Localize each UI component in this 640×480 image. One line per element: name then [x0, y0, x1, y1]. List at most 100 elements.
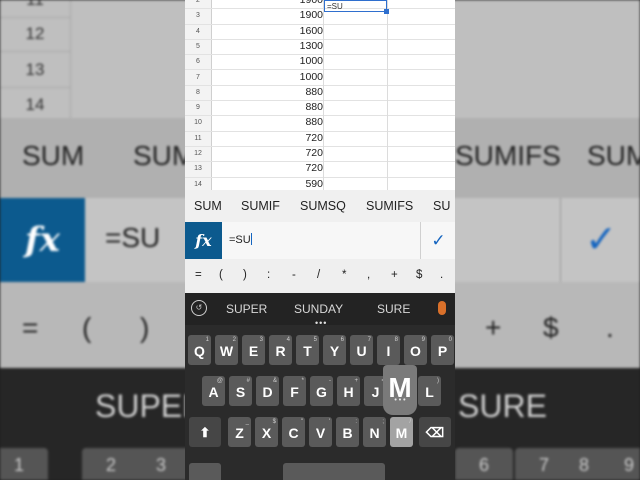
table-row[interactable]: 4 1600 — [185, 24, 455, 40]
key-n[interactable]: ; N — [363, 417, 386, 447]
key-w[interactable]: 2W — [215, 335, 238, 365]
cell-value[interactable]: 880 — [261, 85, 323, 100]
table-row[interactable]: 9 880 — [185, 100, 455, 117]
key-secondary-label: 5 — [313, 337, 317, 343]
key-secondary-label: _ — [245, 419, 249, 425]
suggestion-sumif[interactable]: SUMIF — [241, 199, 280, 213]
symbol-key[interactable]: + — [391, 269, 398, 281]
key-label: H — [343, 384, 354, 400]
key-x[interactable]: $ X — [255, 417, 278, 447]
keyboard-suggestion[interactable]: SUNDAY — [294, 302, 343, 316]
key-secondary-label: 3 — [259, 337, 263, 343]
formula-bar: fx =SU ✓ — [185, 222, 455, 260]
cell-value[interactable]: 720 — [261, 161, 323, 176]
table-row[interactable]: 13 720 — [185, 161, 455, 178]
table-row[interactable]: 6 1000 — [185, 54, 455, 71]
key-g[interactable]: -G — [310, 376, 333, 406]
microphone-icon[interactable] — [438, 301, 446, 315]
bg-symbol: ) — [140, 312, 150, 343]
suggestion-sumsq[interactable]: SUMSQ — [300, 199, 346, 213]
key-secondary-label: / — [409, 419, 411, 425]
symbol-key[interactable]: - — [292, 269, 296, 281]
key-d[interactable]: & D — [256, 376, 279, 406]
table-row[interactable]: 5 1300 — [185, 39, 455, 56]
suggestion-sumifs[interactable]: SUMIFS — [366, 199, 413, 213]
key-z[interactable]: _ Z — [228, 417, 251, 447]
cell-value[interactable]: 1300 — [261, 39, 323, 54]
key-h[interactable]: + H — [337, 376, 360, 406]
space-key[interactable] — [283, 463, 385, 480]
key-q[interactable]: 1Q — [188, 335, 211, 365]
cell-value[interactable]: 1900 — [261, 8, 323, 23]
table-row[interactable]: 10 880 — [185, 115, 455, 132]
table-row[interactable]: 3 1900 — [185, 8, 455, 25]
table-row[interactable]: 8 880 — [185, 85, 455, 102]
suggestion-sum[interactable]: SUM — [194, 199, 222, 213]
cell-value[interactable]: 1000 — [261, 54, 323, 69]
symbol-key[interactable]: , — [367, 269, 370, 281]
keyboard-suggestion[interactable]: SURE — [377, 302, 410, 316]
keyboard-suggestion[interactable]: SUPER — [226, 302, 267, 316]
formula-input-text: =SU — [229, 234, 251, 246]
more-suggestions-icon[interactable]: ••• — [315, 318, 327, 328]
key-t[interactable]: 5T — [296, 335, 319, 365]
symbol-row: = (): - / *, + $. — [185, 259, 455, 293]
key-secondary-label: : — [355, 419, 357, 425]
key-secondary-label: 4 — [286, 337, 290, 343]
table-row[interactable]: 7 1000 — [185, 70, 455, 86]
selected-cell[interactable]: =SU — [324, 0, 389, 14]
key-a[interactable]: @ A — [202, 376, 225, 406]
key-secondary-label: + — [354, 378, 358, 384]
symbol-key[interactable]: * — [342, 269, 346, 281]
formula-input[interactable]: =SU — [229, 233, 252, 246]
key-u[interactable]: 7U — [350, 335, 373, 365]
key-label: I — [386, 343, 391, 359]
cell-value[interactable]: 880 — [261, 115, 323, 130]
key-secondary-label: 0 — [448, 337, 452, 343]
key-l[interactable]: ) L — [418, 376, 441, 406]
table-row[interactable]: 12 720 — [185, 146, 455, 163]
symbol-key[interactable]: $ — [416, 269, 422, 281]
key-b[interactable]: :B — [336, 417, 359, 447]
symbol-key[interactable]: ( — [219, 269, 223, 281]
backspace-key[interactable]: ⌫ — [419, 417, 451, 447]
symbol-key[interactable]: . — [440, 269, 443, 281]
key-i[interactable]: 8I — [377, 335, 400, 365]
key-r[interactable]: 4R — [269, 335, 292, 365]
key-secondary-label: @ — [216, 378, 223, 384]
cell-value[interactable]: 720 — [261, 131, 323, 146]
key-f[interactable]: * F — [283, 376, 306, 406]
key-o[interactable]: 9O — [404, 335, 427, 365]
cell-value[interactable]: 880 — [261, 100, 323, 115]
fx-button[interactable]: fx — [185, 222, 222, 259]
suggestion-partial[interactable]: SU — [433, 199, 450, 213]
key-label: E — [248, 343, 259, 359]
key-s[interactable]: # S — [229, 376, 252, 406]
bg-suggestion: SUM — [22, 140, 85, 171]
key-label: C — [288, 425, 299, 441]
history-icon[interactable]: ↺ — [191, 300, 207, 316]
key-c[interactable]: " C — [282, 417, 305, 447]
key-p[interactable]: 0P — [431, 335, 454, 365]
bg-number-key: 6 — [455, 448, 513, 480]
symbols-key[interactable] — [189, 463, 221, 480]
cell-value[interactable]: 720 — [261, 146, 323, 161]
cell-value[interactable]: 1900 — [261, 0, 323, 8]
key-y[interactable]: 6Y — [323, 335, 346, 365]
key-e[interactable]: 3E — [242, 335, 265, 365]
selection-handle[interactable] — [384, 9, 389, 14]
table-row[interactable]: 11 720 — [185, 131, 455, 147]
symbol-key[interactable]: : — [267, 269, 270, 281]
symbol-key[interactable]: = — [195, 269, 202, 281]
spreadsheet-grid[interactable]: 2 1900 3 1900 4 1600 5 1300 6 1000 7 1000 8 880 9 880 10… — [185, 0, 455, 193]
row-number: 4 — [196, 27, 200, 35]
cell-value[interactable]: 1000 — [261, 70, 323, 85]
bg-fx-icon: fx — [0, 198, 85, 282]
cell-value[interactable]: 1600 — [261, 24, 323, 39]
symbol-key[interactable]: ) — [243, 269, 247, 281]
check-icon[interactable]: ✓ — [420, 222, 455, 259]
key-m[interactable]: / M — [390, 417, 413, 447]
symbol-key[interactable]: / — [317, 269, 320, 281]
key-v[interactable]: ' V — [309, 417, 332, 447]
shift-key[interactable]: ⬆ — [189, 417, 221, 447]
